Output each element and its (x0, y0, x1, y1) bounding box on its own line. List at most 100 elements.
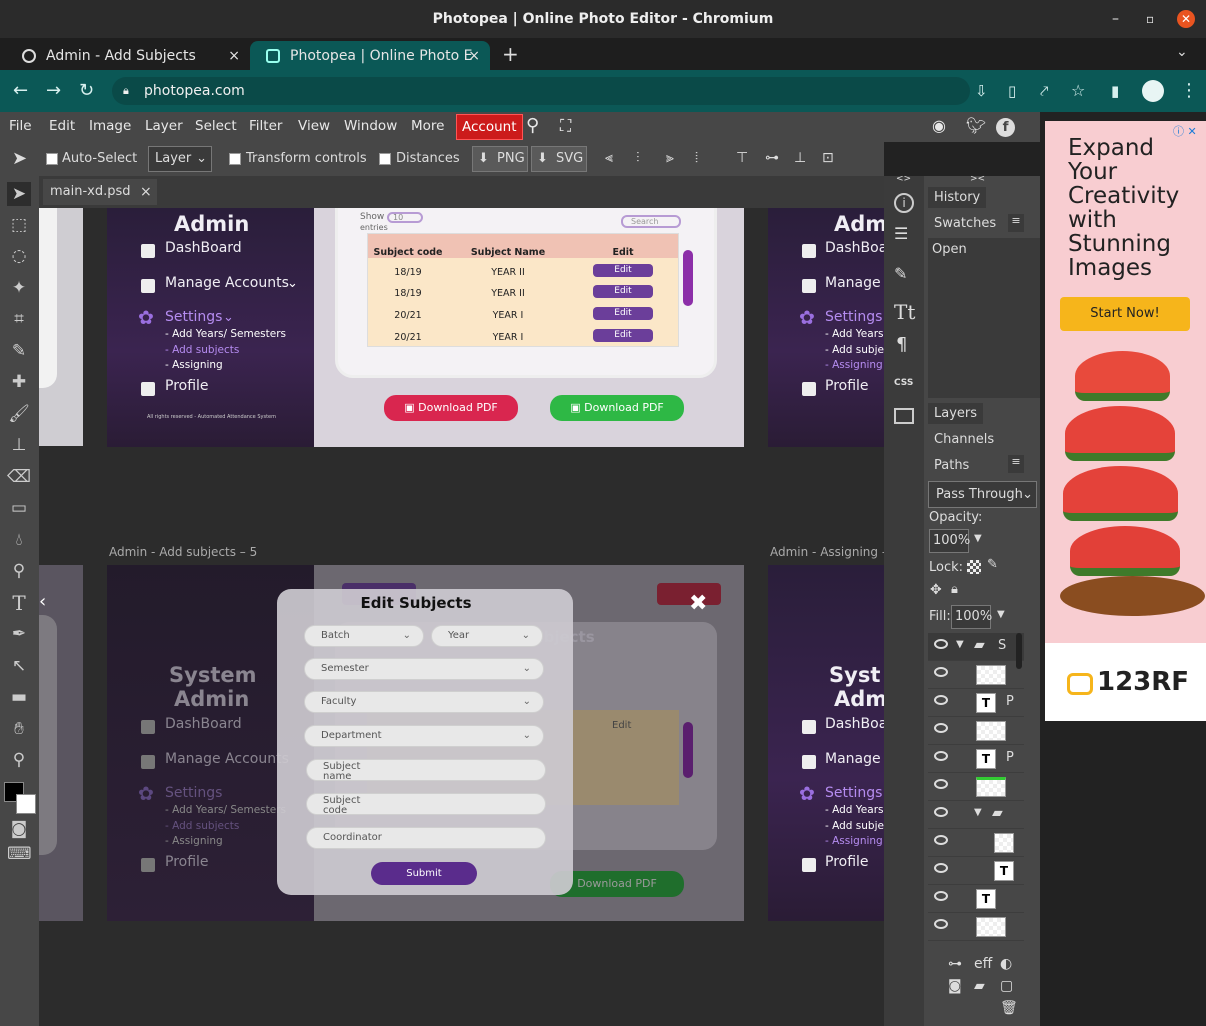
account-button[interactable]: Account (456, 114, 523, 140)
lock-paint-icon[interactable]: ✎ (987, 557, 998, 572)
tab-photopea[interactable]: Photopea | Online Photo E × (250, 41, 490, 71)
fullscreen-icon[interactable]: ⛶ (560, 112, 571, 140)
menu-image[interactable]: Image (89, 112, 131, 140)
submit-button[interactable]: Submit (371, 862, 477, 885)
align-left-icon[interactable]: ⫷ (605, 150, 613, 166)
collapse-arrows-icon[interactable]: >< (970, 174, 985, 184)
year-select[interactable]: Year ⌄ (431, 625, 543, 647)
menu-file[interactable]: File (9, 112, 32, 140)
menu-more[interactable]: More (411, 112, 444, 140)
layer-row[interactable] (928, 829, 1024, 857)
layer-row[interactable]: T (928, 857, 1024, 885)
menu-layer[interactable]: Layer (145, 112, 183, 140)
export-png-button[interactable]: ⬇ PNG (472, 146, 528, 172)
layer-subgroup-row[interactable]: ▼ ▰ (928, 801, 1024, 829)
eyedropper-icon[interactable]: ✎ (7, 339, 31, 363)
blur-tool-icon[interactable]: 💧︎ (7, 528, 31, 552)
path-select-icon[interactable]: ↖ (7, 654, 31, 678)
eye-icon[interactable] (934, 667, 948, 677)
brush-settings-icon[interactable]: ✎ (894, 264, 907, 283)
canvas-area[interactable]: Admin DashBoard Manage Accounts ⌄ ✿ Sett… (39, 208, 884, 1026)
gradient-tool-icon[interactable]: ▭ (7, 496, 31, 520)
quick-mask-icon[interactable]: ◙ (7, 817, 31, 841)
facebook-icon[interactable]: f (996, 118, 1015, 137)
back-arrow-icon[interactable]: ← (13, 70, 28, 112)
new-layer-icon[interactable]: ▢ (1000, 978, 1013, 994)
ad-start-now-button[interactable]: Start Now! (1060, 297, 1190, 331)
tab-admin-add-subjects[interactable]: Admin - Add Subjects × (6, 41, 250, 71)
pen-tool-icon[interactable]: ✒ (7, 622, 31, 646)
artboard-label-add-subjects[interactable]: Admin - Add subjects – 5 (109, 545, 257, 559)
align-center-icon[interactable]: ⫶ (636, 150, 640, 166)
move-tool-icon[interactable]: ➤ (7, 182, 31, 206)
link-layers-icon[interactable]: ⊶ (948, 956, 962, 972)
semester-select[interactable]: Semester ⌄ (304, 658, 544, 680)
adjustment-layer-icon[interactable]: ◐ (1000, 956, 1012, 972)
eye-icon[interactable] (934, 835, 948, 845)
tab-history[interactable]: History (928, 187, 987, 208)
menu-window[interactable]: Window (344, 112, 397, 140)
lock-move-icon[interactable]: ✥ (930, 582, 942, 598)
transform-controls-checkbox[interactable] (229, 153, 241, 165)
align-top-icon[interactable]: ⊤ (736, 150, 748, 166)
panel-menu-icon[interactable]: ≡ (1008, 455, 1024, 473)
address-input[interactable]: 🔒︎ photopea.com (112, 77, 970, 105)
eye-icon[interactable] (934, 891, 948, 901)
layer-row[interactable] (928, 773, 1024, 801)
menu-edit[interactable]: Edit (49, 112, 75, 140)
paragraph-icon[interactable]: ¶ (896, 334, 907, 355)
eye-icon[interactable] (934, 723, 948, 733)
move-tool-icon[interactable]: ➤ (12, 148, 27, 169)
tab-swatches[interactable]: Swatches (934, 216, 996, 231)
lasso-tool-icon[interactable]: ◌ (7, 244, 31, 268)
close-window-button[interactable]: ✕ (1177, 10, 1195, 28)
image-icon[interactable] (894, 408, 914, 424)
minimize-button[interactable]: – (1112, 0, 1119, 38)
search-icon[interactable]: ⚲ (526, 112, 539, 140)
info-icon[interactable]: i (894, 193, 914, 213)
trash-icon[interactable]: 🗑︎ (1000, 1000, 1018, 1016)
layers-scrollbar[interactable] (1016, 633, 1022, 669)
tab-paths[interactable]: Paths (934, 458, 969, 473)
fill-dropdown-icon[interactable]: ▼ (997, 609, 1005, 620)
eye-icon[interactable] (934, 639, 948, 649)
auto-select-checkbox[interactable] (46, 153, 58, 165)
layer-group-row[interactable]: ▼ ▰ S (928, 633, 1024, 661)
text-tool-icon[interactable]: T (7, 591, 31, 615)
menu-view[interactable]: View (298, 112, 330, 140)
sidepanel-icon[interactable]: ▮ (1111, 70, 1119, 112)
caret-down-icon[interactable]: ▼ (956, 639, 964, 650)
kebab-menu-icon[interactable]: ⋮ (1180, 70, 1198, 112)
eye-icon[interactable] (934, 863, 948, 873)
layer-select[interactable]: Layer ⌄ (148, 146, 212, 172)
tab-channels[interactable]: Channels (934, 432, 994, 447)
menu-select[interactable]: Select (195, 112, 237, 140)
eye-icon[interactable] (934, 807, 948, 817)
reload-icon[interactable]: ↻ (79, 70, 94, 112)
layer-row[interactable]: T (928, 885, 1024, 913)
department-select[interactable]: Department ⌄ (304, 725, 544, 747)
eye-icon[interactable] (934, 779, 948, 789)
css-icon[interactable]: CSS (894, 378, 913, 388)
align-right-icon[interactable]: ⫸ (666, 150, 674, 166)
subject-code-input[interactable]: Subject code (306, 793, 546, 816)
character-icon[interactable]: Tt (894, 300, 915, 324)
document-close-icon[interactable]: × (140, 179, 152, 205)
forward-arrow-icon[interactable]: → (46, 70, 61, 112)
blend-mode-select[interactable]: Pass Through ⌄ (928, 481, 1037, 508)
share-icon[interactable]: ⤤ (1040, 70, 1048, 112)
eraser-tool-icon[interactable]: ⌫ (7, 465, 31, 489)
shape-tool-icon[interactable]: ▬ (7, 685, 31, 709)
stamp-tool-icon[interactable]: ⊥ (7, 433, 31, 457)
coordinator-input[interactable]: Coordinator (306, 827, 546, 849)
fill-input[interactable]: 100% (951, 605, 992, 629)
align-bottom-icon[interactable]: ⊥ (794, 150, 806, 166)
tab-close-icon[interactable]: × (468, 41, 480, 71)
align-middle-icon[interactable]: ⊶ (765, 150, 779, 166)
menu-filter[interactable]: Filter (249, 112, 282, 140)
opacity-input[interactable]: 100% (929, 529, 970, 553)
install-icon[interactable]: ⇩ (975, 70, 988, 112)
effects-icon[interactable]: eff (974, 956, 992, 972)
background-color-swatch[interactable] (16, 794, 36, 814)
adjustments-icon[interactable]: ☰ (894, 224, 908, 243)
